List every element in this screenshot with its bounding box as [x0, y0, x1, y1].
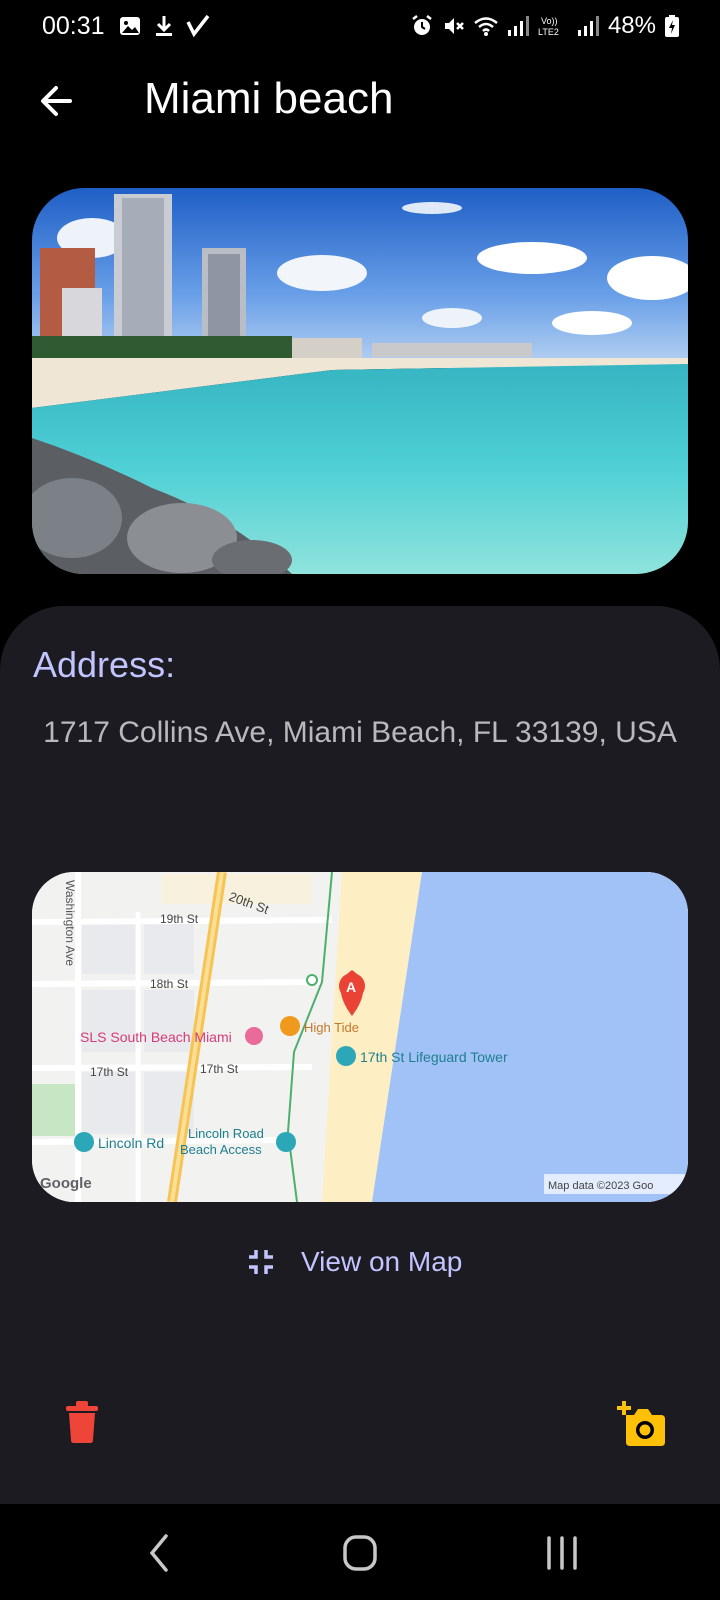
map-poi-label: SLS South Beach Miami	[80, 1029, 232, 1045]
map-street-label: 19th St	[160, 912, 199, 926]
status-bar: 00:31 Vo)) LTE2 48%	[0, 0, 720, 52]
map-street-label: 17th St	[90, 1065, 129, 1079]
map-preview[interactable]: Washington Ave 20th St 19th St 18th St 1…	[32, 872, 688, 1202]
map-poi-label: 17th St Lifeguard Tower	[360, 1049, 508, 1065]
status-time: 00:31	[42, 12, 105, 40]
signal-icon	[507, 16, 529, 36]
delete-icon[interactable]	[62, 1400, 102, 1444]
address-label: Address:	[33, 644, 176, 685]
svg-text:Vo)): Vo))	[541, 16, 558, 26]
beach-photo-image	[32, 188, 688, 574]
address-text: 1717 Collins Ave, Miami Beach, FL 33139,…	[43, 716, 677, 749]
mute-icon	[444, 18, 464, 34]
svg-text:LTE2: LTE2	[538, 27, 559, 37]
map-attribution: Map data ©2023 Goo	[548, 1180, 653, 1192]
map-poi-label: High Tide	[304, 1020, 359, 1035]
view-on-map-button[interactable]: View on Map	[245, 1238, 462, 1286]
top-app-bar: Miami beach	[0, 62, 720, 138]
volte-icon: Vo))LTE2	[538, 16, 559, 37]
page-title: Miami beach	[144, 74, 394, 123]
status-right-icons: Vo)) LTE2 48%	[410, 12, 680, 40]
view-on-map-label: View on Map	[301, 1246, 463, 1277]
check-icon	[186, 14, 210, 38]
map-street-label: Washington Ave	[63, 880, 77, 966]
nav-home-icon[interactable]	[330, 1528, 390, 1578]
download-icon	[156, 16, 172, 36]
signal-icon	[577, 16, 599, 36]
map-street-label: 18th St	[150, 977, 189, 991]
battery-icon	[665, 15, 679, 37]
place-photo[interactable]	[32, 188, 688, 574]
map-image: Washington Ave 20th St 19th St 18th St 1…	[32, 872, 688, 1202]
back-arrow-icon[interactable]	[34, 78, 80, 124]
map-street-label: Lincoln Road	[188, 1126, 264, 1141]
wifi-icon	[474, 17, 498, 36]
battery-percent: 48%	[607, 12, 656, 39]
system-nav-bar	[0, 1504, 720, 1600]
nav-recents-icon[interactable]	[532, 1528, 592, 1578]
alarm-icon	[412, 15, 432, 35]
map-street-label: 17th St	[200, 1062, 239, 1076]
map-marker-label: A	[346, 979, 356, 995]
map-street-label: Beach Access	[180, 1142, 262, 1157]
add-photo-icon[interactable]	[614, 1400, 666, 1448]
details-sheet: Address: 1717 Collins Ave, Miami Beach, …	[0, 606, 720, 1504]
map-street-label: Lincoln Rd	[98, 1135, 164, 1151]
google-logo: Google	[40, 1175, 92, 1192]
collapse-icon	[249, 1250, 273, 1274]
gallery-icon	[120, 17, 140, 35]
status-left-icons	[118, 14, 210, 38]
nav-back-icon[interactable]	[130, 1528, 190, 1578]
